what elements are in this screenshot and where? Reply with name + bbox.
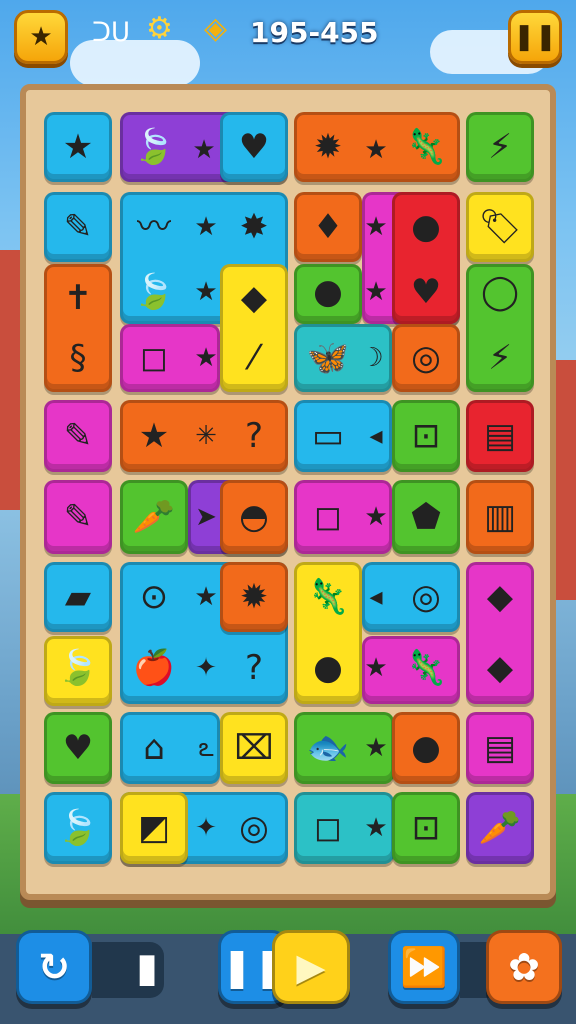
- tile-icon: ◆: [486, 648, 514, 688]
- tile-icon: ▥: [483, 497, 517, 537]
- star-icon: ★: [29, 22, 53, 52]
- score-counter: 195-455: [250, 16, 379, 49]
- flower-button[interactable]: ✿: [486, 930, 562, 1004]
- play-icon: ▶: [296, 945, 326, 989]
- tile-icon: ♥: [238, 127, 270, 167]
- pause-top-button[interactable]: ❚❚: [508, 10, 562, 64]
- restart-icon: ↻: [38, 945, 70, 989]
- tile-icon: ✎: [63, 416, 93, 456]
- tile-icon: ◯: [480, 272, 520, 312]
- tile-icon: ◆: [486, 577, 514, 617]
- tile-icon: ▰: [64, 577, 92, 617]
- slot-indicator: ▮: [136, 945, 159, 991]
- tile-icon: ✎: [63, 497, 93, 537]
- tile-icon: ●: [411, 728, 441, 768]
- star-menu-button[interactable]: ★: [14, 10, 68, 64]
- tile-icon: ✹: [239, 577, 269, 617]
- tile-icon: ⁄: [251, 338, 257, 378]
- tile-icon: 🍃: [56, 808, 100, 848]
- tile-icon: ◎: [239, 808, 269, 848]
- tile-icon: ⊡: [411, 808, 441, 848]
- tile-icon: 🏷: [478, 207, 522, 247]
- house: [556, 360, 576, 600]
- skip-icon: ⏩: [400, 945, 448, 989]
- tile-icon: ⊡: [411, 416, 441, 456]
- tile-icon: ◎: [411, 577, 441, 617]
- tile-icon: 🦎: [404, 127, 448, 167]
- tile-icon: ⬟: [411, 497, 441, 537]
- loop-icon: ᑐᑌ: [92, 18, 131, 48]
- tile-icon: 🥕: [478, 808, 522, 848]
- tile-icon: ♥: [62, 728, 94, 768]
- gear-icon[interactable]: ⚙: [146, 14, 173, 44]
- play-button[interactable]: ▶: [272, 930, 350, 1004]
- cloud: [70, 40, 200, 86]
- skip-button[interactable]: ⏩: [388, 930, 460, 1004]
- flower-icon: ✿: [508, 945, 540, 989]
- tile-icon: 🍃: [56, 648, 100, 688]
- house: [0, 250, 22, 510]
- tile-icon: ●: [411, 207, 441, 247]
- pause-icon: ❚❚: [513, 22, 557, 52]
- tile-icon: ◓: [239, 497, 269, 537]
- tile-icon: ⚡: [488, 338, 512, 378]
- restart-button[interactable]: ↻: [16, 930, 92, 1004]
- tile-icon: ?: [244, 416, 264, 456]
- coin-icon: ◈: [204, 11, 228, 46]
- tile-icon: §: [69, 338, 87, 378]
- tile-icon: ◎: [411, 338, 441, 378]
- tile-icon: ★: [62, 127, 94, 167]
- tile-icon: ▤: [483, 728, 517, 768]
- tile-icon: ♥: [410, 272, 442, 312]
- tile-icon: ✸: [239, 207, 269, 247]
- tile-icon: 🦎: [404, 648, 448, 688]
- tile-icon: ?: [244, 648, 264, 688]
- tile-icon: ✎: [63, 207, 93, 247]
- tile-icon: ⌧: [234, 728, 274, 768]
- tile-icon: ▤: [483, 416, 517, 456]
- tile-icon: ⚡: [488, 127, 512, 167]
